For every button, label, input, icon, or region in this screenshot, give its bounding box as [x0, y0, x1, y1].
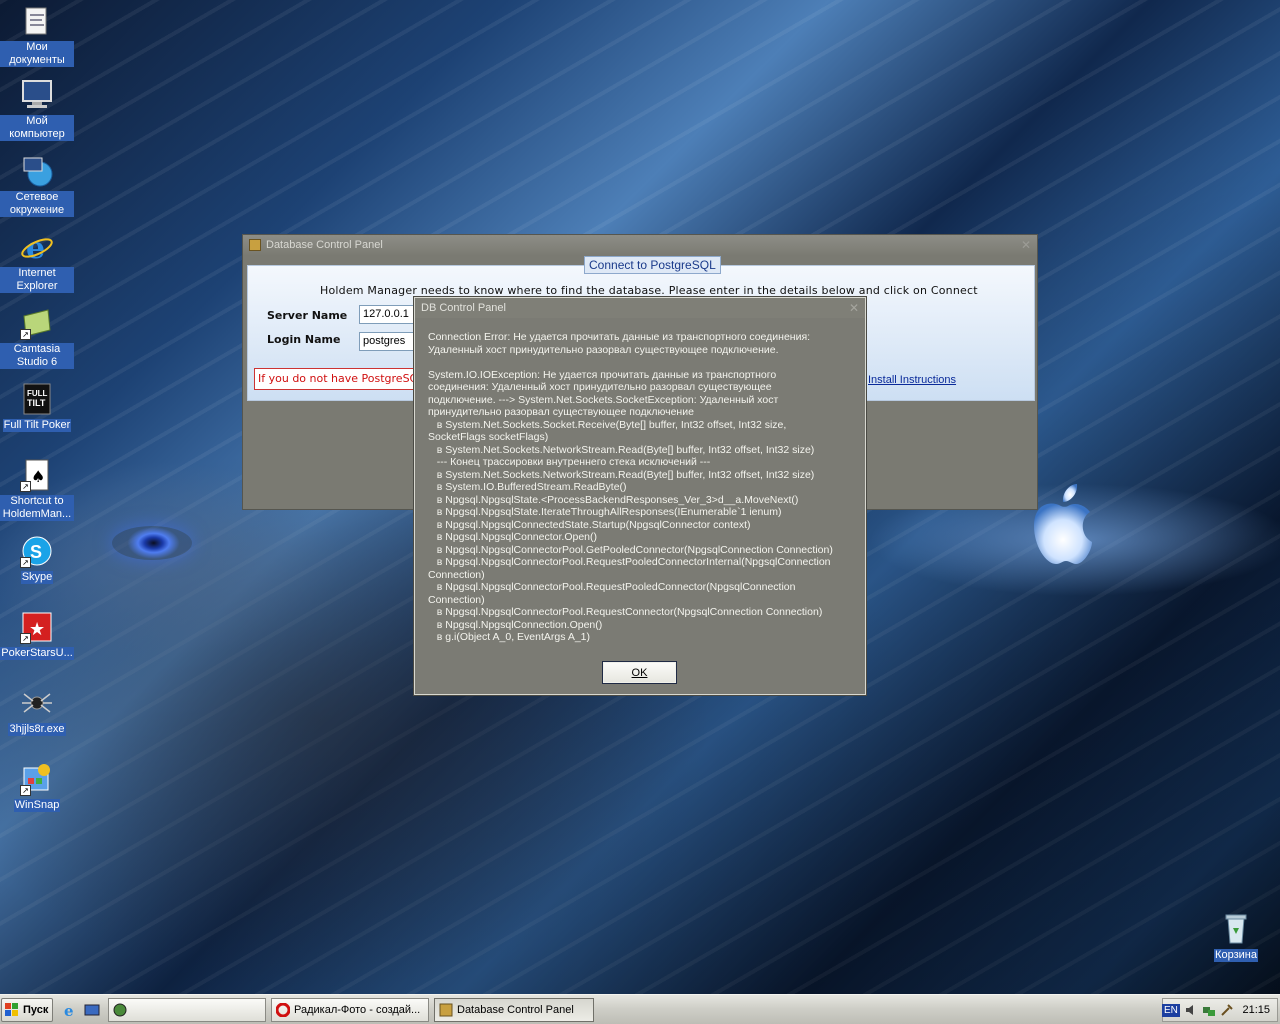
server-name-input[interactable]: 127.0.0.1 [359, 305, 419, 324]
install-instructions-link[interactable]: Install Instructions [868, 374, 956, 386]
desktop-icon-my-documents[interactable]: Мои документы [0, 4, 74, 67]
ok-button[interactable]: OK [602, 661, 677, 684]
pokerstars-icon: ★ ↗ [20, 610, 54, 644]
shortcut-arrow-icon: ↗ [20, 329, 31, 340]
desktop-icon-internet-explorer[interactable]: e Internet Explorer [0, 230, 74, 293]
login-name-label: Login Name [267, 333, 341, 346]
desktop-icon-label: PokerStarsU... [0, 647, 74, 660]
tab-connect-postgresql[interactable]: Connect to PostgreSQL [584, 256, 721, 274]
skype-icon: S ↗ [20, 534, 54, 568]
svg-text:♠: ♠ [31, 467, 45, 486]
desktop-icon-label: Мой компьютер [0, 115, 74, 141]
intro-text: Holdem Manager needs to know where to fi… [320, 284, 978, 297]
desktop-icon-camtasia[interactable]: ↗ Camtasia Studio 6 [0, 306, 74, 369]
shortcut-arrow-icon: ↗ [20, 557, 31, 568]
desktop-icon-label: 3hjjls8r.exe [8, 723, 66, 736]
desktop-icon-label: Skype [20, 571, 54, 584]
close-icon[interactable]: ✕ [1021, 238, 1031, 252]
desktop-icon-label: Корзина [1214, 949, 1258, 962]
taskbar-button-label: Радикал-Фото - создай... [294, 1004, 421, 1016]
full-tilt-poker-icon: FULL TILT [20, 382, 54, 416]
recycle-bin-icon [1219, 912, 1253, 946]
desktop-icon-network[interactable]: Сетевое окружение [0, 154, 74, 217]
taskbar-button-app[interactable] [108, 998, 266, 1022]
apple-logo-icon [1034, 484, 1092, 564]
shortcut-arrow-icon: ↗ [20, 481, 31, 492]
network-tray-icon[interactable] [1202, 1003, 1216, 1017]
show-desktop-icon[interactable] [84, 1002, 100, 1018]
taskbar: Пуск e Радикал-Фото - создай... Database… [0, 994, 1280, 1024]
taskbar-button-database-control-panel[interactable]: Database Control Panel [434, 998, 594, 1022]
clock: 21:15 [1242, 1004, 1270, 1016]
windows-flag-icon [5, 1003, 19, 1017]
generic-app-icon [113, 1003, 127, 1017]
desktop-icon-label: Full Tilt Poker [2, 419, 72, 432]
opera-icon [275, 1002, 291, 1018]
leopard-eye [112, 526, 192, 560]
taskbar-button-radikal[interactable]: Радикал-Фото - создай... [271, 998, 429, 1022]
taskbar-button-label: Database Control Panel [457, 1004, 574, 1016]
camtasia-icon: ↗ [20, 306, 54, 340]
documents-folder-icon [20, 4, 54, 38]
desktop-icon-label: Internet Explorer [0, 267, 74, 293]
desktop-icon-label: Мои документы [0, 41, 74, 67]
desktop-icon-label: Сетевое окружение [0, 191, 74, 217]
error-dialog: DB Control Panel ✕ Connection Error: Не … [414, 297, 866, 695]
desktop-icon-winsnap[interactable]: ↗ WinSnap [0, 762, 74, 812]
window-title: Database Control Panel [266, 239, 383, 251]
desktop-icon-skype[interactable]: S ↗ Skype [0, 534, 74, 584]
desktop-icon-full-tilt-poker[interactable]: FULL TILT Full Tilt Poker [0, 382, 74, 432]
error-message: Connection Error: Не удается прочитать д… [428, 331, 833, 643]
dialog-titlebar[interactable]: DB Control Panel ✕ [415, 298, 865, 318]
desktop-icon-recycle-bin[interactable]: Корзина [1199, 912, 1273, 962]
server-name-label: Server Name [267, 309, 348, 322]
desktop-icon-pokerstars[interactable]: ★ ↗ PokerStarsU... [0, 610, 74, 660]
internet-explorer-icon: e [20, 230, 54, 266]
postgres-warning: If you do not have PostgreSQ [254, 368, 420, 390]
database-icon [439, 1003, 453, 1017]
desktop-icon-my-computer[interactable]: Мой компьютер [0, 78, 74, 141]
language-indicator[interactable]: EN [1162, 1003, 1180, 1017]
start-label: Пуск [23, 1004, 49, 1016]
system-tray: EN 21:15 [1162, 998, 1278, 1022]
winsnap-icon: ↗ [20, 762, 54, 796]
svg-text:★: ★ [29, 619, 45, 640]
network-icon [20, 154, 54, 188]
database-icon [249, 239, 261, 251]
spider-exe-icon [20, 686, 54, 720]
svg-text:S: S [30, 542, 42, 562]
desktop-icon-label: WinSnap [13, 799, 61, 812]
login-name-input[interactable]: postgres [359, 332, 419, 351]
desktop-icon-label: Shortcut to HoldemMan... [0, 495, 74, 521]
desktop-icon-label: Camtasia Studio 6 [0, 343, 74, 369]
computer-icon [20, 78, 54, 112]
dialog-title: DB Control Panel [421, 302, 506, 314]
start-button[interactable]: Пуск [1, 998, 53, 1022]
tools-tray-icon[interactable] [1220, 1003, 1234, 1017]
svg-text:TILT: TILT [27, 398, 46, 408]
desktop-icon-3hjjls8r[interactable]: 3hjjls8r.exe [0, 686, 74, 736]
svg-text:e: e [64, 1002, 74, 1018]
desktop-icon-holdem-manager[interactable]: ♠ ↗ Shortcut to HoldemMan... [0, 458, 74, 521]
shortcut-arrow-icon: ↗ [20, 785, 31, 796]
shortcut-arrow-icon: ↗ [20, 633, 31, 644]
volume-icon[interactable] [1184, 1003, 1198, 1017]
close-icon[interactable]: ✕ [849, 301, 859, 315]
window-titlebar[interactable]: Database Control Panel ✕ [243, 235, 1037, 255]
svg-text:FULL: FULL [27, 389, 48, 398]
svg-text:e: e [26, 231, 45, 264]
internet-explorer-icon[interactable]: e [62, 1002, 78, 1020]
holdem-manager-icon: ♠ ↗ [20, 458, 54, 492]
